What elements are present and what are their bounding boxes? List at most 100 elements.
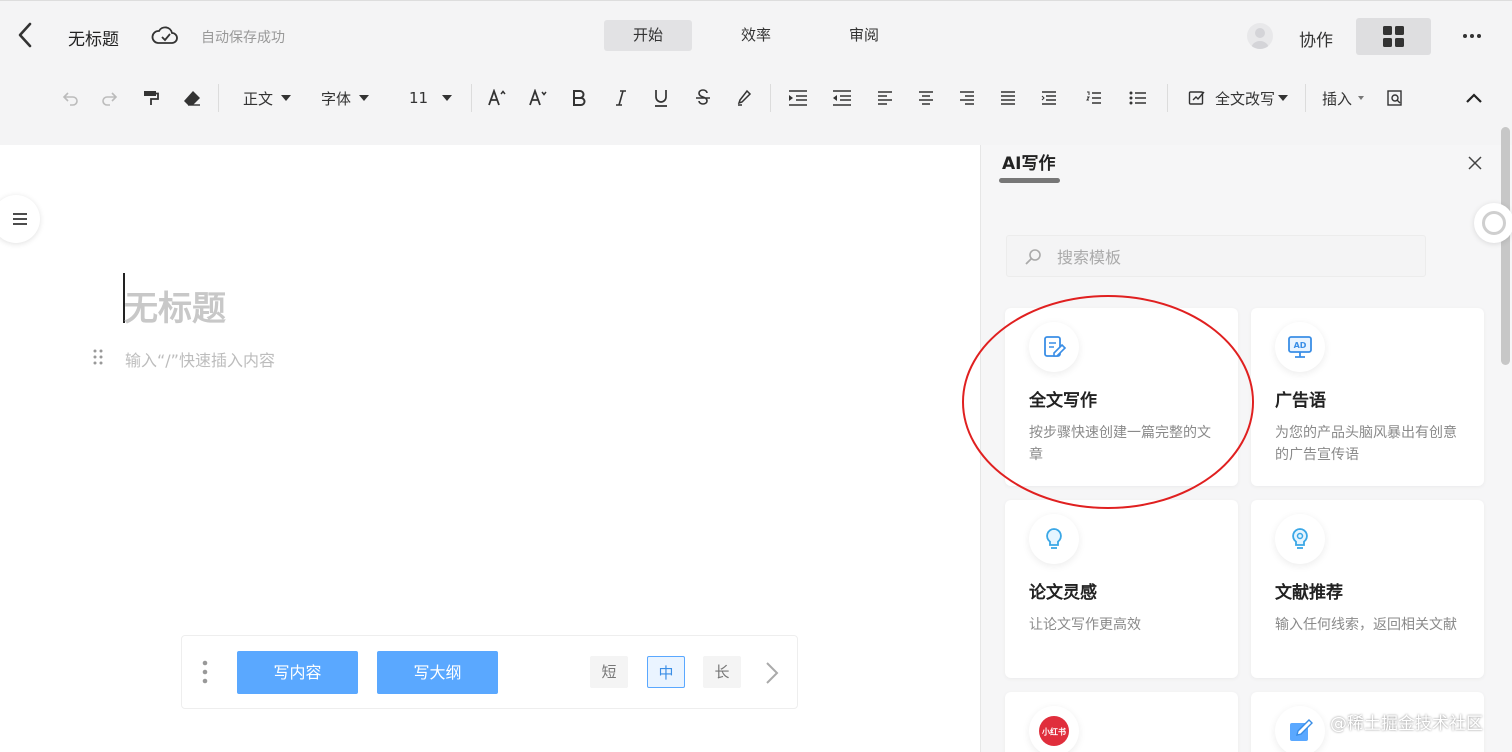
toolbar-divider [1167, 84, 1168, 112]
font-size-select[interactable]: 11 [409, 86, 453, 110]
rewrite-icon [1188, 91, 1205, 105]
align-right-icon[interactable] [958, 86, 976, 110]
template-card-paper-inspiration[interactable]: 论文灵感 让论文写作更高效 [1005, 500, 1238, 678]
indent-decrease-icon[interactable] [832, 86, 852, 110]
font-size-increase-icon[interactable] [487, 86, 507, 110]
svg-text:AD: AD [1294, 341, 1307, 350]
menu-icon [13, 213, 27, 225]
vertical-more-icon[interactable] [202, 660, 208, 684]
chevron-down-icon [359, 95, 370, 101]
card-title: 文献推荐 [1275, 583, 1343, 603]
search-bulb-icon [1275, 514, 1325, 564]
panel-tab-indicator [999, 178, 1060, 183]
close-icon[interactable] [1467, 155, 1483, 171]
toolbar-divider [218, 84, 219, 112]
font-size-decrease-icon[interactable] [528, 86, 548, 110]
paragraph-style-label: 正文 [243, 89, 274, 108]
template-card-xiaohongshu[interactable]: 小红书 [1005, 692, 1238, 752]
format-painter-icon[interactable] [141, 86, 161, 110]
cloud-sync-icon [150, 23, 180, 49]
card-title: 论文灵感 [1029, 583, 1097, 603]
toolbar-divider [471, 84, 472, 112]
more-options-icon[interactable] [1460, 26, 1484, 46]
formatting-toolbar: 正文 字体 11 全文改写 插入 [0, 72, 1512, 124]
redo-icon[interactable] [100, 86, 120, 110]
line-spacing-icon[interactable] [1040, 86, 1058, 110]
pen-icon [1275, 706, 1325, 752]
collaborate-button[interactable]: 协作 [1299, 26, 1333, 51]
search-icon [1023, 247, 1043, 267]
app-header: 无标题 自动保存成功 开始 效率 审阅 协作 [0, 0, 1512, 70]
tab-review[interactable]: 审阅 [820, 20, 908, 51]
chevron-right-icon[interactable] [764, 660, 780, 686]
search-input[interactable] [1057, 244, 1407, 270]
template-card-slogan[interactable]: AD 广告语 为您的产品头脑风暴出有创意的广告宣传语 [1251, 308, 1484, 486]
font-size-label: 11 [409, 89, 429, 107]
chevron-down-icon [281, 95, 292, 101]
grid-icon [1383, 26, 1404, 47]
length-long-option[interactable]: 长 [703, 656, 741, 688]
template-card-literature[interactable]: 文献推荐 输入任何线索，返回相关文献 [1251, 500, 1484, 678]
write-content-button[interactable]: 写内容 [237, 651, 358, 694]
align-justify-icon[interactable] [999, 86, 1017, 110]
font-family-label: 字体 [321, 89, 352, 108]
undo-icon[interactable] [60, 86, 80, 110]
chevron-down-icon [1358, 96, 1365, 100]
card-description: 输入任何线索，返回相关文献 [1275, 617, 1457, 633]
write-outline-button[interactable]: 写大纲 [377, 651, 498, 694]
heading-placeholder[interactable]: 无标题 [124, 281, 226, 330]
toolbar-divider [770, 84, 771, 112]
insert-menu[interactable]: 插入 [1322, 86, 1365, 110]
card-description: 让论文写作更高效 [1029, 617, 1141, 633]
template-search-box[interactable] [1006, 235, 1426, 277]
paragraph-style-select[interactable]: 正文 [243, 86, 292, 110]
highlighter-icon[interactable] [735, 86, 753, 110]
drag-handle-icon[interactable] [92, 349, 104, 365]
outline-toggle-button[interactable] [0, 195, 40, 243]
ai-write-bar: 写内容 写大纲 短 中 长 [181, 635, 798, 709]
full-rewrite-label: 全文改写 [1215, 89, 1276, 108]
card-title: 全文写作 [1029, 391, 1097, 411]
ai-writing-panel: AI写作 全文写作 按步骤快速创建一篇完整的文章 AD 广告语 为您的产品头脑风… [980, 127, 1512, 752]
floating-assistant-button[interactable] [1474, 203, 1512, 243]
length-medium-option[interactable]: 中 [647, 656, 685, 688]
align-left-icon[interactable] [876, 86, 894, 110]
autosave-status: 自动保存成功 [201, 30, 285, 46]
ad-monitor-icon: AD [1275, 322, 1325, 372]
back-icon[interactable] [14, 21, 38, 49]
svg-text:小红书: 小红书 [1041, 727, 1066, 737]
collapse-toolbar-icon[interactable] [1464, 86, 1484, 110]
body-placeholder[interactable]: 输入“/”快速插入内容 [125, 347, 275, 371]
numbered-list-icon[interactable] [1085, 86, 1103, 110]
template-card-full-writing[interactable]: 全文写作 按步骤快速创建一篇完整的文章 [1005, 308, 1238, 486]
chevron-down-icon [1278, 95, 1289, 101]
panel-title: AI写作 [1002, 154, 1056, 174]
document-canvas[interactable]: 无标题 输入“/”快速插入内容 写内容 写大纲 短 中 长 [0, 145, 980, 752]
panel-scrollbar[interactable] [1501, 127, 1510, 365]
bold-icon[interactable] [570, 86, 588, 110]
card-title: 广告语 [1275, 391, 1326, 411]
xiaohongshu-icon: 小红书 [1029, 706, 1079, 752]
avatar[interactable] [1247, 23, 1273, 49]
lightbulb-icon [1029, 514, 1079, 564]
indent-increase-icon[interactable] [788, 86, 808, 110]
document-title[interactable]: 无标题 [68, 25, 119, 50]
tab-efficiency[interactable]: 效率 [712, 20, 800, 51]
underline-icon[interactable] [652, 86, 670, 110]
find-replace-icon[interactable] [1385, 86, 1405, 110]
length-short-option[interactable]: 短 [590, 656, 628, 688]
layout-toggle-button[interactable] [1356, 18, 1431, 55]
full-rewrite-button[interactable]: 全文改写 [1188, 86, 1289, 110]
italic-icon[interactable] [612, 86, 630, 110]
font-family-select[interactable]: 字体 [321, 86, 370, 110]
eraser-icon[interactable] [182, 86, 202, 110]
watermark: @稀土掘金技术社区 [1330, 714, 1483, 734]
toolbar-divider [1305, 84, 1306, 112]
document-edit-icon [1029, 322, 1079, 372]
strikethrough-icon[interactable] [694, 86, 712, 110]
align-center-icon[interactable] [917, 86, 935, 110]
chevron-down-icon [442, 95, 453, 101]
card-description: 为您的产品头脑风暴出有创意的广告宣传语 [1275, 425, 1457, 463]
tab-start[interactable]: 开始 [604, 20, 692, 51]
bullet-list-icon[interactable] [1129, 86, 1147, 110]
